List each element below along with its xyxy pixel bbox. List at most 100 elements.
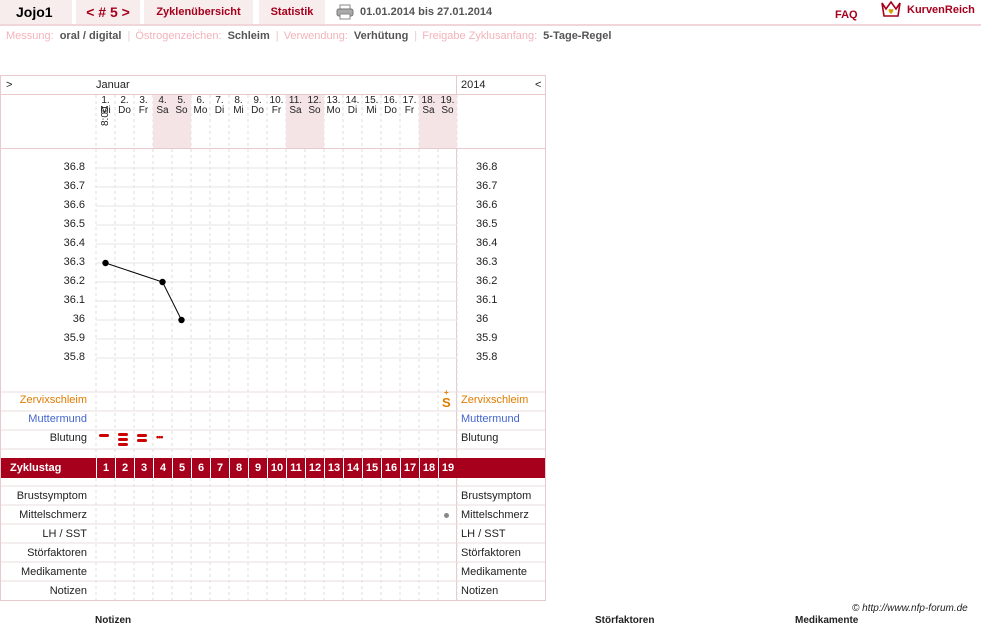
weekday: Sa [156,105,169,116]
faq-link[interactable]: FAQ [835,3,858,27]
setting-label: Messung: [6,30,54,42]
bleeding-bar [99,434,109,437]
y-tick-label: 36.1 [63,294,85,306]
zyklustag-number: 17 [400,458,419,478]
symptom-row-label: Störfaktoren [27,547,87,559]
crown-heart-icon[interactable] [880,0,902,24]
day-header[interactable]: 2. Do [115,96,134,148]
printer-icon[interactable] [336,4,354,20]
weekday: Mi [366,105,377,116]
y-tick-label-right: 35.8 [476,351,498,363]
zyklustag-number: 12 [305,458,324,478]
symptom-row-label-right: Medikamente [461,566,528,578]
zyklustag-number: 2 [115,458,134,478]
day-header[interactable]: 3. Fr [134,96,153,148]
cycle-overview-tab[interactable]: Zyklenübersicht [144,0,253,24]
y-tick-label: 36.8 [63,161,85,173]
y-tick-label: 36.5 [63,218,85,230]
y-tick-label-right: 36.6 [476,199,498,211]
y-tick-label-right: 36.1 [476,294,498,306]
muttermund-label-right: Muttermund [461,413,520,425]
zervix-label-right: Zervixschleim [461,394,529,406]
y-tick-label: 35.8 [63,351,85,363]
weekday: Mo [193,105,208,116]
weekday: So [308,105,321,116]
day-header[interactable]: 13. Mo [324,96,343,148]
zervix-label: Zervixschleim [19,394,87,406]
blutung-label: Blutung [49,432,87,444]
day-header[interactable]: 16. Do [381,96,400,148]
bleeding-day-4[interactable]: ••• [156,432,164,442]
zyklustag-number: 7 [210,458,229,478]
zyklustag-number: 8 [229,458,248,478]
bleeding-bar [137,439,147,442]
day-header[interactable]: 9. Do [248,96,267,148]
y-tick-label: 36 [72,313,85,325]
weekday: Di [347,105,358,116]
day-header[interactable]: 6. Mo [191,96,210,148]
setting-label: Östrogenzeichen: [135,30,222,42]
y-tick-label-right: 36.7 [476,180,498,192]
day-header[interactable]: 8. Mi [229,96,248,148]
bleeding-bar [118,433,128,436]
weekday: Mi [233,105,244,116]
temperature-point[interactable] [102,259,109,267]
zyklustag-number: 16 [381,458,400,478]
zyklustag-label: Zyklustag [10,462,62,474]
day-header[interactable]: 17. Fr [400,96,419,148]
statistics-tab[interactable]: Statistik [259,0,325,24]
weekday: So [441,105,454,116]
day-header[interactable]: 5. So [172,96,191,148]
top-bar: Jojo1 < # 5 > Zyklenübersicht Statistik … [0,0,981,26]
day-header[interactable]: 10. Fr [267,96,286,148]
symptom-row-label: Medikamente [20,566,87,578]
bleeding-day-1[interactable] [99,434,109,437]
y-tick-label: 36.3 [63,256,85,268]
symptom-row-label: Mittelschmerz [19,509,87,521]
day-header[interactable]: 4. Sa [153,96,172,148]
symptom-row-label: LH / SST [42,528,87,540]
temperature-point[interactable] [159,278,166,286]
separator: | [127,30,131,42]
weekday: Do [118,105,131,116]
weekday: Sa [422,105,435,116]
zyklustag-number: 5 [172,458,191,478]
zyklustag-number: 1 [96,458,115,478]
day-header[interactable]: 15. Mi [362,96,381,148]
brand-name[interactable]: KurvenReich [907,0,975,24]
y-tick-label-right: 36.8 [476,161,498,173]
y-tick-label: 36.7 [63,180,85,192]
username: Jojo1 [0,0,72,24]
day-header[interactable]: 11. Sa [286,96,305,148]
setting-value: 5-Tage-Regel [543,30,612,42]
weekday: Sa [289,105,302,116]
zyklustag-number: 4 [153,458,172,478]
day-header[interactable]: 1. Mi [96,96,115,148]
symptom-row-label-right: LH / SST [461,528,506,540]
day-header[interactable]: 12. So [305,96,324,148]
bleeding-day-2[interactable] [118,433,128,446]
setting-label: Freigabe Zyklusanfang: [422,30,538,42]
zyklustag-number: 15 [362,458,381,478]
bleeding-bar [118,443,128,446]
day-header[interactable]: 18. Sa [419,96,438,148]
weekday: Mo [326,105,341,116]
bleeding-bar [137,434,147,437]
weekday: So [175,105,188,116]
mittelschmerz-dot[interactable] [444,513,449,518]
setting-value: oral / digital [59,30,122,42]
y-tick-label-right: 35.9 [476,332,498,344]
temperature-point[interactable] [178,316,185,324]
day-header[interactable]: 7. Di [210,96,229,148]
zyklustag-number: 14 [343,458,362,478]
symptom-row-label-right: Notizen [461,585,499,597]
separator: | [414,30,418,42]
bleeding-day-3[interactable] [137,434,147,442]
zyklustag-number: 3 [134,458,153,478]
zervix-marker[interactable]: + S [442,389,451,410]
date-range: 01.01.2014 bis 27.01.2014 [360,6,493,18]
y-tick-label: 36.6 [63,199,85,211]
day-header[interactable]: 19. So [438,96,457,148]
day-header[interactable]: 14. Di [343,96,362,148]
cycle-selector[interactable]: < # 5 > [76,0,140,24]
